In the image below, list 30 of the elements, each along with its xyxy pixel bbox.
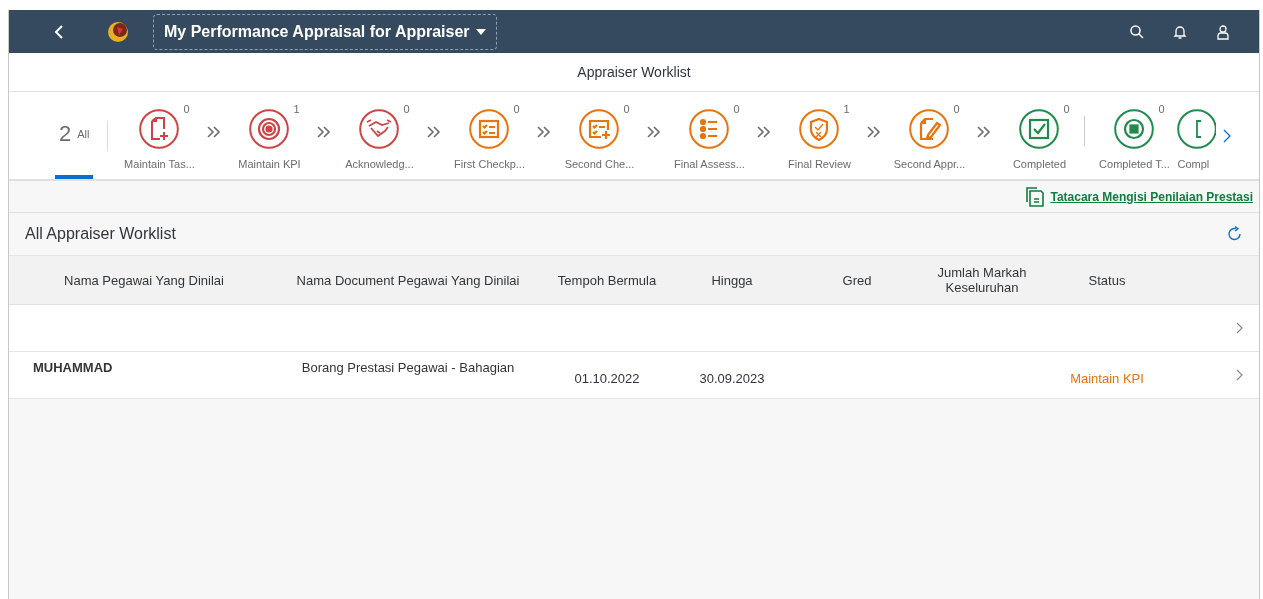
column-header: Nama Pegawai Yang Dinilai bbox=[63, 272, 225, 288]
refresh-icon[interactable] bbox=[1227, 226, 1243, 242]
column-header: Gred bbox=[841, 272, 873, 288]
column-header: Status bbox=[1087, 272, 1127, 288]
table-cell: 30.09.2023 bbox=[699, 370, 765, 386]
status-text: Maintain KPI bbox=[1070, 370, 1144, 386]
bell-icon[interactable] bbox=[1172, 23, 1188, 40]
app-title-menu[interactable]: My Performance Appraisal for Appraiser bbox=[153, 13, 497, 50]
user-icon[interactable] bbox=[1215, 23, 1231, 40]
column-header: Hingga bbox=[710, 272, 754, 288]
status-filter-tab[interactable]: Compl bbox=[1177, 108, 1217, 173]
all-filter-tab[interactable]: 2 All bbox=[55, 92, 94, 179]
chevron-right-icon bbox=[1236, 322, 1243, 334]
document-icon bbox=[1026, 186, 1045, 207]
caret-icon bbox=[475, 28, 486, 35]
column-header: Tempoh Bermula bbox=[556, 272, 658, 288]
guide-link[interactable]: Tatacara Mengisi Penilaian Prestasi bbox=[1050, 189, 1253, 204]
table-title: All Appraiser Worklist bbox=[25, 225, 176, 243]
logo-icon bbox=[107, 20, 129, 43]
table-cell: 01.10.2022 bbox=[574, 370, 640, 386]
column-header: Jumlah Markah Keseluruhan bbox=[936, 265, 1028, 295]
table-cell: MUHAMMAD bbox=[33, 360, 113, 375]
page-title: Appraiser Worklist bbox=[577, 64, 691, 80]
chevron-right-icon bbox=[1236, 369, 1243, 381]
column-header: Nama Document Pegawai Yang Dinilai bbox=[295, 272, 521, 288]
chevron-right-icon bbox=[1223, 128, 1232, 143]
table-cell: Borang Prestasi Pegawai - Bahagian bbox=[301, 360, 515, 375]
back-icon bbox=[53, 23, 65, 40]
search-icon[interactable] bbox=[1129, 23, 1145, 40]
table-row[interactable]: MUHAMMAD Borang Prestasi Pegawai - Bahagian 01.10.2022 30.09.2023 Maintain KPI bbox=[9, 352, 1259, 399]
